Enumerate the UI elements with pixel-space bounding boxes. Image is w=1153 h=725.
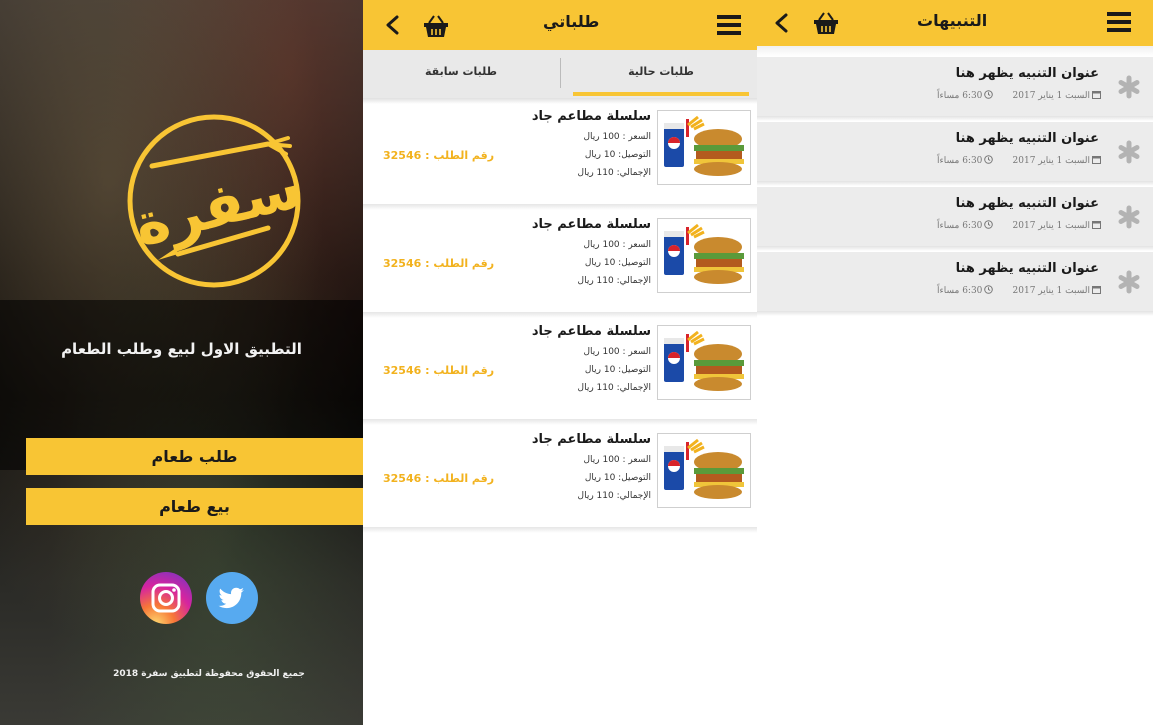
order-delivery: التوصيل: 10 ريال — [584, 365, 651, 375]
order-total: الإجمالي: 110 ريال — [577, 490, 651, 501]
notification-date-text: السبت 1 يناير 2017 — [1012, 156, 1090, 166]
notification-date-text: السبت 1 يناير 2017 — [1012, 221, 1090, 231]
calendar-icon — [1090, 286, 1101, 296]
notification-date-text: السبت 1 يناير 2017 — [1012, 286, 1090, 296]
notification-time-text: 6:30 مساءاً — [937, 286, 983, 296]
asterisk-icon — [1117, 75, 1141, 99]
order-card[interactable]: سلسلة مطاعم جاد السعر : 100 ريال التوصيل: … — [363, 427, 757, 533]
notifications-title: التنبيهات — [917, 11, 988, 30]
card-shadow — [363, 204, 757, 210]
order-total: الإجمالي: 110 ريال — [577, 168, 651, 178]
notification-title: عنوان التنبيه يظهر هنا — [955, 196, 1099, 211]
notification-item[interactable]: عنوان التنبيه يظهر هنا السبت 1 يناير 2017… — [757, 57, 1153, 121]
card-shadow — [757, 311, 1153, 316]
asterisk-icon — [1117, 205, 1141, 229]
card-shadow — [757, 181, 1153, 186]
clock-icon — [982, 285, 994, 296]
card-shadow — [757, 246, 1153, 251]
card-shadow — [757, 116, 1153, 121]
my-orders-screen: طلباتي طلبات سابقة طلبات حالية سلسلة مطا… — [363, 0, 757, 725]
notification-item[interactable]: عنوان التنبيه يظهر هنا السبت 1 يناير 2017… — [757, 187, 1153, 251]
notification-date: السبت 1 يناير 2017 — [1013, 155, 1101, 166]
order-price: السعر : 100 ريال — [583, 239, 651, 250]
clock-icon — [982, 90, 994, 101]
order-restaurant-name: سلسلة مطاعم جاد — [531, 216, 651, 232]
order-total: الإجمالي: 110 ريال — [577, 383, 651, 393]
notification-time: 6:30 مساءاً — [937, 90, 994, 101]
notification-time: 6:30 مساءاً — [937, 155, 994, 166]
calendar-icon — [1090, 221, 1101, 231]
notification-date-text: السبت 1 يناير 2017 — [1012, 91, 1090, 101]
notifications-screen: التنبيهات عنوان التنبيه يظهر هنا السبت 1 … — [757, 0, 1153, 725]
menu-icon[interactable] — [1107, 11, 1131, 33]
notification-item[interactable]: عنوان التنبيه يظهر هنا السبت 1 يناير 2017… — [757, 252, 1153, 316]
notification-title: عنوان التنبيه يظهر هنا — [955, 131, 1099, 146]
asterisk-icon — [1117, 140, 1141, 164]
order-number: رقم الطلب : 32546 — [383, 471, 495, 485]
sufra-logo: سفرة — [127, 114, 308, 288]
card-shadow — [363, 526, 757, 533]
order-delivery: التوصيل: 10 ريال — [584, 257, 651, 268]
back-chevron-icon[interactable] — [383, 14, 403, 36]
orders-header: طلباتي — [363, 0, 757, 50]
orders-tabs: طلبات سابقة طلبات حالية — [363, 50, 757, 98]
notification-time: 6:30 مساءاً — [937, 285, 994, 296]
basket-icon[interactable] — [813, 11, 839, 35]
order-thumbnail — [657, 217, 751, 293]
order-card[interactable]: سلسلة مطاعم جاد السعر : 100 ريال التوصيل: … — [363, 105, 757, 210]
notification-date: السبت 1 يناير 2017 — [1013, 285, 1101, 296]
order-card[interactable]: سلسلة مطاعم جاد السعر : 100 ريال التوصيل: … — [363, 212, 757, 318]
order-delivery: التوصيل: 10 ريال — [584, 472, 651, 483]
notification-date: السبت 1 يناير 2017 — [1013, 220, 1101, 231]
notification-title: عنوان التنبيه يظهر هنا — [955, 261, 1099, 276]
twitter-icon[interactable] — [206, 572, 258, 624]
tagline: التطبيق الاول لبيع وطلب الطعام — [61, 340, 302, 358]
clock-icon — [982, 155, 994, 166]
header-shadow — [757, 46, 1153, 56]
splash-screen: سفرة التطبيق الاول لبيع وطلب الطعام طلب … — [0, 0, 363, 725]
order-price: السعر : 100 ريال — [583, 132, 651, 142]
order-price: السعر : 100 ريال — [583, 454, 651, 465]
asterisk-icon — [1117, 270, 1141, 294]
card-shadow — [363, 419, 757, 425]
copyright-text: جميع الحقوق محفوظة لتطبيق سفرة 2018 — [113, 669, 305, 679]
tab-divider — [560, 58, 561, 88]
menu-icon[interactable] — [717, 14, 741, 36]
order-number: رقم الطلب : 32546 — [383, 256, 495, 270]
back-chevron-icon[interactable] — [772, 12, 792, 34]
clock-icon — [982, 220, 994, 231]
notification-date: السبت 1 يناير 2017 — [1013, 90, 1101, 101]
order-card[interactable]: سلسلة مطاعم جاد السعر : 100 ريال التوصيل: … — [363, 320, 757, 425]
order-thumbnail — [657, 325, 751, 400]
notification-item[interactable]: عنوان التنبيه يظهر هنا السبت 1 يناير 2017… — [757, 122, 1153, 186]
order-price: السعر : 100 ريال — [583, 347, 651, 357]
tab-previous-orders[interactable]: طلبات سابقة — [363, 50, 559, 98]
order-thumbnail — [657, 432, 751, 508]
order-delivery: التوصيل: 10 ريال — [584, 150, 651, 160]
notification-time-text: 6:30 مساءاً — [937, 221, 983, 231]
order-total: الإجمالي: 110 ريال — [577, 275, 651, 286]
order-number: رقم الطلب : 32546 — [383, 149, 495, 162]
notification-time: 6:30 مساءاً — [937, 220, 994, 231]
orders-title: طلباتي — [543, 12, 600, 31]
card-shadow — [363, 311, 757, 318]
order-thumbnail — [657, 110, 751, 185]
notification-time-text: 6:30 مساءاً — [937, 91, 983, 101]
order-number: رقم الطلب : 32546 — [383, 364, 495, 377]
basket-icon[interactable] — [423, 14, 449, 38]
order-restaurant-name: سلسلة مطاعم جاد — [531, 109, 651, 124]
order-food-button[interactable]: طلب طعام — [26, 438, 363, 475]
notification-title: عنوان التنبيه يظهر هنا — [955, 66, 1099, 81]
notification-time-text: 6:30 مساءاً — [937, 156, 983, 166]
tabs-shadow — [363, 98, 757, 104]
order-restaurant-name: سلسلة مطاعم جاد — [531, 431, 651, 447]
notifications-header: التنبيهات — [757, 0, 1153, 46]
calendar-icon — [1090, 156, 1101, 166]
calendar-icon — [1090, 91, 1101, 101]
order-restaurant-name: سلسلة مطاعم جاد — [531, 324, 651, 339]
sell-food-button[interactable]: بيع طعام — [26, 488, 363, 525]
instagram-icon[interactable] — [140, 572, 192, 624]
tab-current-orders[interactable]: طلبات حالية — [573, 50, 749, 98]
